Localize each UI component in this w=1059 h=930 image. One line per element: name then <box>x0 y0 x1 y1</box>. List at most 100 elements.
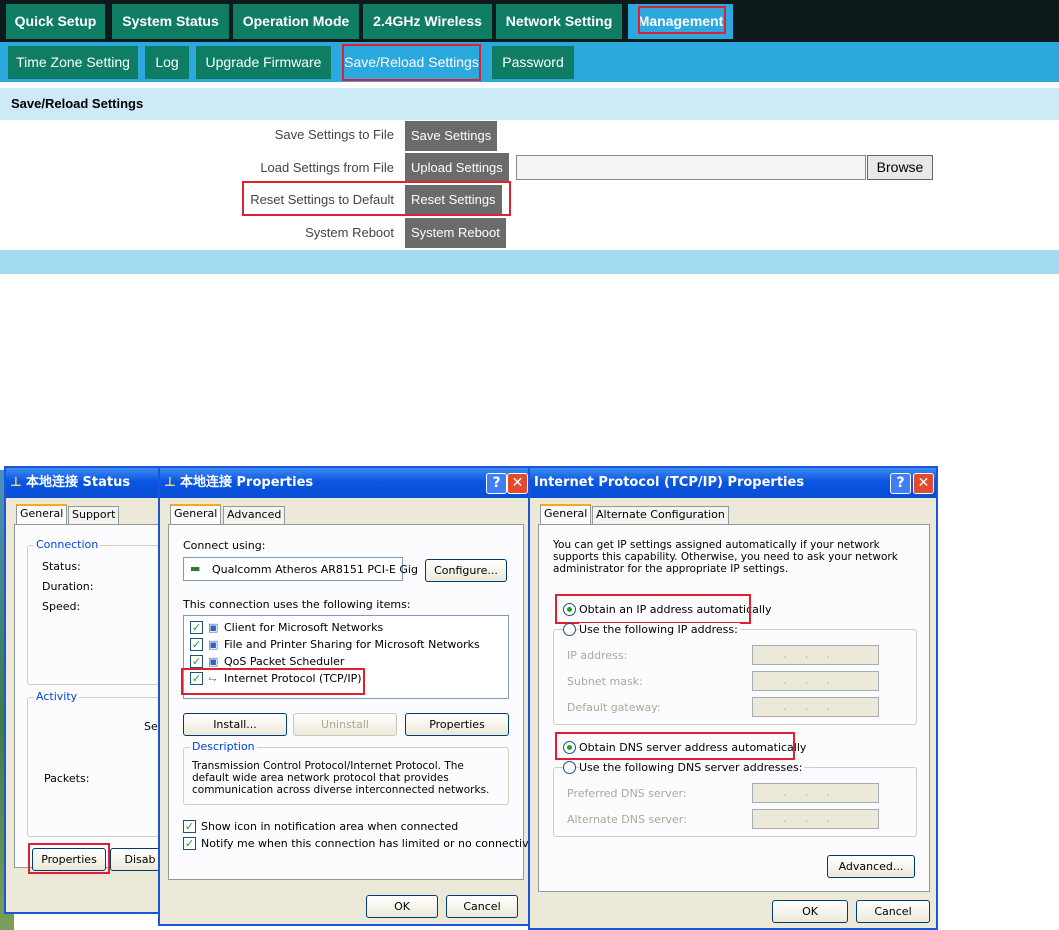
use-following-dns-label: Use the following DNS server addresses: <box>579 761 805 774</box>
use-following-ip-radio[interactable] <box>563 623 576 636</box>
highlight-obtain-ip <box>555 594 751 624</box>
ip-address-label: IP address: <box>567 649 628 662</box>
connect-using-label: Connect using: <box>183 539 266 552</box>
uninstall-button: Uninstall <box>293 713 397 736</box>
status-dialog-titlebar: ⊥ 本地连接 Status <box>6 468 162 498</box>
tab-general[interactable]: General <box>16 504 68 525</box>
network-icon: ⊥ <box>164 475 176 490</box>
browse-button[interactable]: Browse <box>867 155 933 180</box>
close-icon[interactable]: ✕ <box>507 473 528 494</box>
network-card-icon: ▬ <box>190 562 201 575</box>
upload-settings-button[interactable]: Upload Settings <box>405 153 509 183</box>
default-gateway-field: ... <box>752 697 879 717</box>
intro-text: You can get IP settings assigned automat… <box>553 539 898 575</box>
save-settings-button[interactable]: Save Settings <box>405 121 498 151</box>
subtab-log[interactable]: Log <box>145 46 189 79</box>
show-icon-checkbox[interactable]: ✓ <box>183 820 196 833</box>
tab-support[interactable]: Support <box>68 506 120 524</box>
tcpip-dialog-title: Internet Protocol (TCP/IP) Properties <box>534 475 805 490</box>
show-icon-label: Show icon in notification area when conn… <box>201 820 459 833</box>
cancel-button[interactable]: Cancel <box>446 895 518 918</box>
file-path-input[interactable] <box>516 155 866 180</box>
subtab-password[interactable]: Password <box>492 46 574 79</box>
tab-general[interactable]: General <box>540 504 592 525</box>
network-icon: ⊥ <box>10 475 22 490</box>
list-item[interactable]: QoS Packet Scheduler <box>224 655 344 668</box>
status-general-panel: Connection Status: Duration: Speed: Acti… <box>14 524 177 868</box>
section-title: Save/Reload Settings <box>0 88 1059 120</box>
highlight-save-reload-tab <box>342 44 481 81</box>
items-label: This connection uses the following items… <box>183 598 411 611</box>
help-icon[interactable]: ? <box>890 473 911 494</box>
cancel-button[interactable]: Cancel <box>856 900 930 923</box>
item-properties-button[interactable]: Properties <box>405 713 509 736</box>
status-dialog: ⊥ 本地连接 Status General Support Connection … <box>4 466 177 914</box>
tab-system-status[interactable]: System Status <box>112 4 229 39</box>
highlight-properties-button <box>28 843 110 874</box>
install-button[interactable]: Install... <box>183 713 287 736</box>
speed-label: Speed: <box>42 600 81 613</box>
highlight-management-tab <box>638 6 726 34</box>
tab-quick-setup[interactable]: Quick Setup <box>6 4 105 39</box>
ip-address-field: ... <box>752 645 879 665</box>
tab-network-setting[interactable]: Network Setting <box>496 4 622 39</box>
properties-dialog-title: 本地连接 Properties <box>180 475 314 490</box>
tcpip-general-panel: You can get IP settings assigned automat… <box>538 524 930 892</box>
qos-icon: ▣ <box>208 655 219 668</box>
properties-dialog: ⊥ 本地连接 Properties ? ✕ General Advanced Co… <box>158 466 543 926</box>
tab-wireless-24ghz[interactable]: 2.4GHz Wireless <box>363 4 492 39</box>
properties-dialog-titlebar: ⊥ 本地连接 Properties <box>160 468 528 498</box>
subnet-mask-field: ... <box>752 671 879 691</box>
save-settings-label: Save Settings to File <box>274 127 394 142</box>
list-item[interactable]: Client for Microsoft Networks <box>224 621 383 634</box>
system-reboot-button[interactable]: System Reboot <box>405 218 506 248</box>
ok-button[interactable]: OK <box>366 895 438 918</box>
preferred-dns-label: Preferred DNS server: <box>567 787 687 800</box>
alternate-dns-field: ... <box>752 809 879 829</box>
alternate-dns-label: Alternate DNS server: <box>567 813 687 826</box>
tab-operation-mode[interactable]: Operation Mode <box>233 4 359 39</box>
item-checkbox[interactable]: ✓ <box>190 621 203 634</box>
close-icon[interactable]: ✕ <box>913 473 934 494</box>
subtab-time-zone[interactable]: Time Zone Setting <box>8 46 138 79</box>
load-settings-label: Load Settings from File <box>260 160 394 175</box>
duration-label: Duration: <box>42 580 94 593</box>
properties-general-panel: Connect using: ▬ Qualcomm Atheros AR8151… <box>168 524 543 880</box>
highlight-obtain-dns <box>555 732 795 760</box>
adapter-name: Qualcomm Atheros AR8151 PCI-E Gig <box>212 563 418 576</box>
status-label: Status: <box>42 560 81 573</box>
item-checkbox[interactable]: ✓ <box>190 655 203 668</box>
system-reboot-label: System Reboot <box>305 225 394 240</box>
configure-button[interactable]: Configure... <box>425 559 507 582</box>
tcpip-dialog-titlebar: Internet Protocol (TCP/IP) Properties <box>530 468 936 498</box>
printer-sharing-icon: ▣ <box>208 638 219 651</box>
tab-general[interactable]: General <box>170 504 222 525</box>
ok-button[interactable]: OK <box>772 900 848 923</box>
default-gateway-label: Default gateway: <box>567 701 661 714</box>
notify-label: Notify me when this connection has limit… <box>201 837 543 850</box>
tab-alternate-configuration[interactable]: Alternate Configuration <box>592 506 729 524</box>
router-web-ui: Quick Setup System Status Operation Mode… <box>0 0 1059 274</box>
activity-group: Activity Ser Packets: <box>27 690 177 837</box>
preferred-dns-field: ... <box>752 783 879 803</box>
subtab-upgrade-firmware[interactable]: Upgrade Firmware <box>196 46 331 79</box>
highlight-reset-row <box>242 181 511 216</box>
footer-bar <box>0 250 1059 274</box>
subnet-mask-label: Subnet mask: <box>567 675 643 688</box>
connection-group-title: Connection <box>34 538 101 551</box>
description-group: Description Transmission Control Protoco… <box>183 740 509 805</box>
status-dialog-title: 本地连接 Status <box>26 475 131 490</box>
list-item[interactable]: File and Printer Sharing for Microsoft N… <box>224 638 480 651</box>
advanced-button[interactable]: Advanced... <box>827 855 915 878</box>
item-checkbox[interactable]: ✓ <box>190 638 203 651</box>
use-following-dns-radio[interactable] <box>563 761 576 774</box>
use-following-ip-label: Use the following IP address: <box>579 623 740 636</box>
tcpip-properties-dialog: Internet Protocol (TCP/IP) Properties ? … <box>528 466 938 930</box>
tab-advanced[interactable]: Advanced <box>223 506 286 524</box>
help-icon[interactable]: ? <box>486 473 507 494</box>
connection-group: Connection Status: Duration: Speed: <box>27 538 177 685</box>
highlight-tcpip-item <box>181 668 365 695</box>
sub-navigation: Time Zone Setting Log Upgrade Firmware S… <box>0 42 1059 82</box>
activity-group-title: Activity <box>34 690 80 703</box>
notify-checkbox[interactable]: ✓ <box>183 837 196 850</box>
